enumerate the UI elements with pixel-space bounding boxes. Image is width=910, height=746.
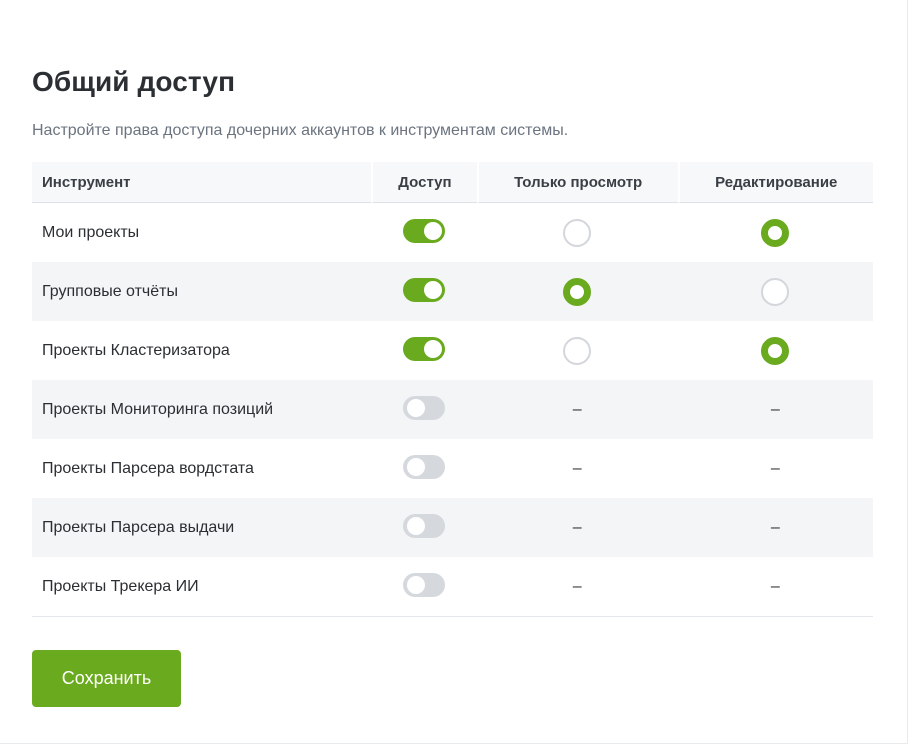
header-tool: Инструмент — [32, 162, 372, 203]
edit-radio[interactable] — [761, 218, 790, 247]
tool-name: Проекты Парсера вордстата — [42, 459, 254, 477]
tool-name: Проекты Трекера ИИ — [32, 557, 372, 617]
toggle-knob — [423, 339, 442, 358]
header-view-only: Только просмотр — [476, 162, 678, 203]
toggle-knob — [406, 398, 425, 417]
view-only-cell: – — [476, 498, 678, 557]
view-only-radio[interactable] — [563, 277, 592, 306]
toggle-knob — [406, 575, 425, 594]
access-toggle[interactable] — [402, 572, 445, 597]
unavailable-dash: – — [572, 518, 582, 536]
view-only-cell: – — [477, 439, 678, 498]
save-button[interactable]: Сохранить — [32, 650, 181, 707]
access-cell — [371, 498, 477, 557]
access-cell — [371, 439, 477, 498]
access-toggle[interactable] — [402, 513, 445, 538]
access-cell — [371, 380, 477, 439]
shared-access-card: Общий доступ Настройте права доступа доч… — [0, 0, 908, 744]
tool-name: Групповые отчёты — [32, 262, 372, 321]
table-row: Мои проекты — [32, 203, 873, 262]
edit-cell: – — [677, 380, 873, 439]
tool-name: Мои проекты — [42, 223, 140, 241]
edit-radio[interactable] — [761, 277, 790, 306]
view-only-cell: – — [476, 557, 678, 617]
view-only-radio[interactable] — [563, 336, 592, 365]
table-row: Групповые отчёты — [32, 262, 873, 321]
page-subtitle: Настройте права доступа дочерних аккаунт… — [32, 122, 569, 139]
edit-cell — [678, 321, 873, 380]
access-cell — [371, 262, 477, 321]
access-toggle[interactable] — [402, 218, 445, 243]
access-table: Инструмент Доступ Только просмотр Редакт… — [32, 162, 873, 617]
table-row: Проекты Парсера выдачи – – — [32, 498, 873, 557]
unavailable-dash: – — [770, 459, 780, 477]
view-only-cell — [477, 203, 678, 262]
access-toggle[interactable] — [402, 395, 445, 420]
toggle-knob — [406, 457, 425, 476]
edit-cell: – — [677, 498, 873, 557]
access-toggle[interactable] — [402, 336, 445, 361]
access-toggle[interactable] — [402, 454, 445, 479]
edit-cell — [678, 203, 873, 262]
access-toggle[interactable] — [402, 277, 445, 302]
table-header-row: Инструмент Доступ Только просмотр Редакт… — [32, 162, 873, 203]
table-row: Проекты Кластеризатора — [32, 321, 873, 380]
edit-cell: – — [677, 557, 873, 617]
edit-radio[interactable] — [761, 336, 790, 365]
unavailable-dash: – — [770, 400, 780, 418]
access-cell — [371, 203, 477, 262]
header-edit: Редактирование — [677, 162, 873, 203]
tool-name: Проекты Парсера выдачи — [32, 498, 372, 557]
view-only-radio[interactable] — [563, 218, 592, 247]
unavailable-dash: – — [572, 577, 582, 595]
access-cell — [371, 321, 477, 380]
unavailable-dash: – — [572, 459, 582, 477]
table-row: Проекты Трекера ИИ – – — [32, 557, 873, 617]
tool-name: Проекты Кластеризатора — [42, 341, 230, 359]
table-row: Проекты Мониторинга позиций – – — [32, 380, 873, 439]
header-access: Доступ — [371, 162, 477, 203]
unavailable-dash: – — [572, 400, 582, 418]
toggle-knob — [423, 280, 442, 299]
view-only-cell — [476, 262, 678, 321]
table-row: Проекты Парсера вордстата – – — [32, 439, 873, 498]
access-cell — [371, 557, 477, 617]
toggle-knob — [423, 221, 442, 240]
toggle-knob — [406, 516, 425, 535]
view-only-cell — [477, 321, 678, 380]
table-body: Мои проекты Групповые отчёты Проекты Класт… — [32, 203, 873, 617]
page-title: Общий доступ — [32, 66, 236, 97]
edit-cell: – — [678, 439, 873, 498]
tool-name: Проекты Мониторинга позиций — [32, 380, 372, 439]
view-only-cell: – — [476, 380, 678, 439]
unavailable-dash: – — [770, 518, 780, 536]
edit-cell — [677, 262, 873, 321]
unavailable-dash: – — [770, 577, 780, 595]
